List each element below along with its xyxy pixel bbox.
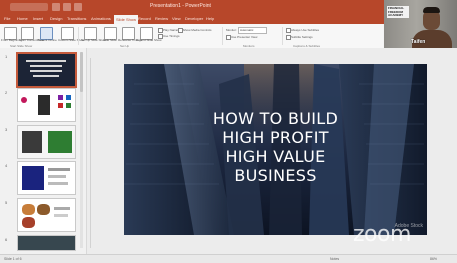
hide-slide-label: Hide Slide	[103, 38, 117, 42]
current-slide[interactable]: HOW TO BUILD HIGH PROFIT HIGH VALUE BUSI…	[124, 64, 427, 235]
slide-thumbnail-1[interactable]	[16, 52, 77, 88]
ribbon-slide-show: From Beginning From Current Slide Presen…	[0, 24, 383, 49]
slide-thumbnails-panel: 1 2 3 4 5 6	[0, 48, 87, 254]
thumb-graphic	[58, 103, 63, 108]
slide-thumbnail-2[interactable]	[17, 88, 76, 122]
webcam-video: FINANCIAL FREEDOM ACADEMY Taifen	[384, 0, 457, 48]
academy-logo: FINANCIAL FREEDOM ACADEMY	[387, 6, 409, 18]
notes-button[interactable]: Notes	[330, 257, 339, 261]
tab-developer[interactable]: Developer	[185, 16, 203, 21]
thumbnail-scrollbar[interactable]	[80, 52, 83, 248]
vertical-ruler	[90, 58, 94, 248]
thumb-graphic	[58, 95, 63, 100]
thumb-text-line	[48, 182, 68, 185]
tab-design[interactable]: Design	[50, 16, 62, 21]
thumb-graphic	[66, 103, 71, 108]
title-line-2: HIGH PROFIT	[222, 128, 329, 147]
academy-logo-text: FINANCIAL FREEDOM ACADEMY	[388, 6, 405, 17]
thumb-title-line	[33, 75, 59, 77]
ribbon-separator	[78, 27, 79, 45]
scrollbar-thumb[interactable]	[80, 52, 83, 92]
tab-view[interactable]: View	[172, 16, 181, 21]
thumb-graphic	[48, 131, 72, 153]
ribbon-separator	[282, 27, 283, 45]
powerpoint-window: Presentation1 - PowerPoint File Home Ins…	[0, 0, 457, 263]
tab-record[interactable]: Record	[138, 16, 151, 21]
thumb-graphic	[21, 97, 27, 103]
thumb-food-photo	[22, 217, 35, 228]
thumb-photo	[22, 131, 42, 153]
presenter-hair	[423, 7, 440, 13]
tab-home[interactable]: Home	[17, 16, 28, 21]
monitor-value: Automatic	[240, 28, 254, 32]
thumb-title-line	[26, 60, 66, 62]
thumb-food-photo	[22, 204, 35, 215]
thumb-food-photo	[37, 204, 50, 215]
thumb-person-photo	[38, 95, 50, 115]
thumb-text-line	[54, 207, 70, 210]
presenter-view-label: Use Presenter View	[231, 35, 258, 39]
thumb-text-line	[48, 175, 66, 178]
thumb-number: 3	[5, 127, 8, 132]
title-line-1: HOW TO BUILD	[212, 109, 339, 128]
thumb-number: 5	[5, 200, 8, 205]
zoom-logo: zoom	[353, 222, 411, 247]
title-line-4: BUSINESS	[234, 166, 317, 185]
tab-transitions[interactable]: Transitions	[67, 16, 86, 21]
title-line-3: HIGH VALUE	[225, 147, 326, 166]
thumb-number: 6	[5, 237, 8, 242]
always-subtitles-label: Always Use Subtitles	[291, 28, 320, 32]
tab-review[interactable]: Review	[155, 16, 168, 21]
thumb-graphic	[66, 95, 71, 100]
undo-icon[interactable]	[63, 3, 71, 11]
thumb-text-line	[48, 168, 70, 171]
tab-slide-show[interactable]: Slide Show	[114, 15, 139, 24]
show-media-controls-label: Show Media Controls	[183, 28, 212, 32]
thumb-title-line	[30, 65, 62, 67]
tab-animations[interactable]: Animations	[91, 16, 111, 21]
thumb-number: 2	[5, 90, 8, 95]
ribbon-separator	[222, 27, 223, 45]
redo-icon[interactable]	[74, 3, 82, 11]
tab-help[interactable]: Help	[206, 16, 214, 21]
thumb-text-line	[54, 214, 68, 217]
tab-insert[interactable]: Insert	[33, 16, 43, 21]
slide-thumbnail-6[interactable]	[17, 235, 76, 251]
monitor-dropdown[interactable]: Automatic	[238, 27, 267, 34]
zoom-level[interactable]: 86%	[430, 257, 437, 261]
document-title: Presentation1 - PowerPoint	[150, 3, 211, 9]
slide-thumbnail-3[interactable]	[17, 125, 76, 159]
thumb-title-line	[30, 70, 62, 72]
use-timings-label: Use Timings	[163, 34, 180, 38]
slide-title[interactable]: HOW TO BUILD HIGH PROFIT HIGH VALUE BUSI…	[124, 109, 427, 185]
slide-thumbnail-5[interactable]	[17, 198, 76, 232]
thumb-graphic	[22, 166, 44, 190]
save-icon[interactable]	[52, 3, 60, 11]
participant-name: Taifen	[411, 39, 426, 45]
tab-file[interactable]: File	[4, 16, 10, 21]
quick-access-search[interactable]	[10, 3, 48, 11]
monitor-label: Monitor:	[226, 28, 237, 32]
slide-thumbnail-4[interactable]	[17, 161, 76, 195]
subtitle-settings-label: Subtitle Settings	[291, 35, 313, 39]
thumb-number: 4	[5, 163, 8, 168]
present-online-label: Present Online	[37, 38, 57, 42]
thumb-number: 1	[5, 54, 8, 59]
slide-count: Slide 1 of 6	[4, 257, 22, 261]
